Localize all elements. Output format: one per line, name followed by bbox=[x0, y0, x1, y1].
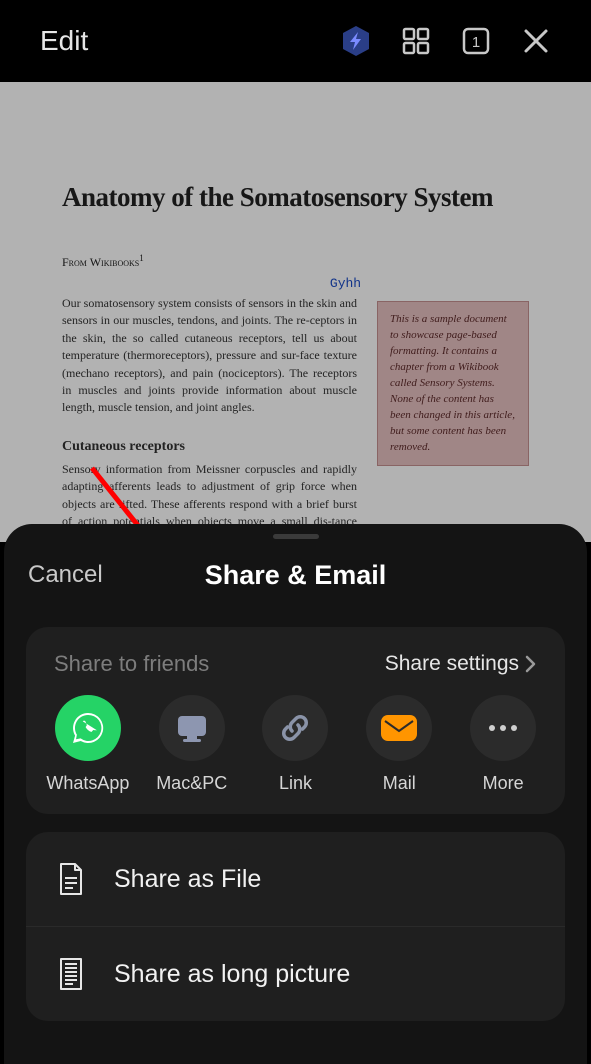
chevron-right-icon bbox=[525, 655, 537, 673]
grid-icon[interactable] bbox=[389, 14, 443, 68]
top-toolbar: Edit 1 bbox=[0, 0, 591, 82]
tab-count-button[interactable]: 1 bbox=[449, 14, 503, 68]
more-icon bbox=[486, 722, 520, 734]
lightning-app-icon[interactable] bbox=[329, 14, 383, 68]
whatsapp-icon bbox=[55, 695, 121, 761]
edit-button[interactable]: Edit bbox=[40, 25, 88, 57]
sheet-header: Cancel Share & Email bbox=[4, 545, 587, 605]
file-icon bbox=[54, 862, 88, 896]
share-target-link[interactable]: Link bbox=[244, 695, 348, 794]
share-target-more[interactable]: More bbox=[451, 695, 555, 794]
share-target-macpc[interactable]: Mac&PC bbox=[140, 695, 244, 794]
share-as-file-button[interactable]: Share as File bbox=[26, 832, 565, 926]
share-options-card: Share as File Share as long picture bbox=[26, 832, 565, 1021]
close-icon[interactable] bbox=[509, 14, 563, 68]
share-as-long-picture-button[interactable]: Share as long picture bbox=[26, 926, 565, 1021]
cancel-button[interactable]: Cancel bbox=[28, 561, 103, 589]
long-picture-icon bbox=[54, 957, 88, 991]
sheet-title: Share & Email bbox=[205, 560, 387, 591]
share-to-friends-label: Share to friends bbox=[54, 651, 385, 677]
share-target-whatsapp[interactable]: WhatsApp bbox=[36, 695, 140, 794]
share-to-friends-card: Share to friends Share settings bbox=[26, 627, 565, 814]
svg-text:1: 1 bbox=[472, 34, 480, 51]
share-sheet: Cancel Share & Email Share to friends Sh… bbox=[4, 524, 587, 1064]
share-settings-button[interactable]: Share settings bbox=[385, 652, 537, 676]
share-target-mail[interactable]: Mail bbox=[347, 695, 451, 794]
monitor-icon bbox=[176, 713, 208, 743]
mail-icon bbox=[380, 713, 418, 743]
sheet-grabber[interactable] bbox=[273, 534, 319, 539]
link-icon bbox=[278, 711, 312, 745]
